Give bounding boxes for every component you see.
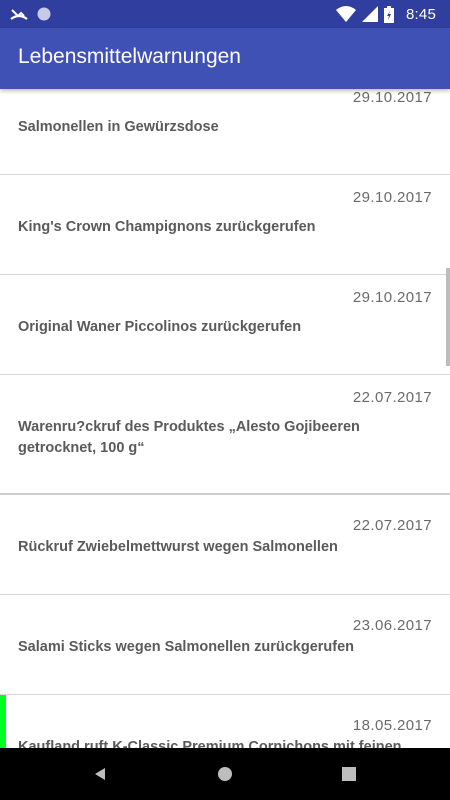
status-right-icons: 8:45	[336, 4, 436, 24]
list-item[interactable]: 29.10.2017 Original Waner Piccolinos zur…	[0, 275, 450, 375]
item-title: Salami Sticks wegen Salmonellen zurückge…	[18, 639, 355, 655]
item-title: Rückruf Zwiebelmettwurst wegen Salmonell…	[18, 539, 338, 555]
status-left-icons	[10, 4, 52, 24]
item-title: Original Waner Piccolinos zurückgerufen	[18, 319, 302, 335]
status-time: 8:45	[406, 5, 436, 23]
item-title: Salmonellen in Gewürzsdose	[18, 119, 219, 135]
missed-call-icon	[10, 7, 28, 21]
scrollbar-thumb[interactable]	[446, 268, 450, 366]
list-item[interactable]: 18.05.2017 Kaufland ruft K-Classic Premi…	[0, 695, 450, 748]
wifi-icon	[336, 6, 356, 22]
item-title: King's Crown Champignons zurückgerufen	[18, 219, 316, 235]
list-item[interactable]: 29.10.2017 Salmonellen in Gewürzsdose	[0, 89, 450, 175]
circle-icon	[36, 6, 52, 22]
list-item[interactable]: 23.06.2017 Salami Sticks wegen Salmonell…	[0, 595, 450, 695]
list-item[interactable]: 22.07.2017 Rückruf Zwiebelmettwurst wege…	[0, 495, 450, 595]
item-date: 29.10.2017	[352, 189, 432, 206]
item-date: 22.07.2017	[352, 517, 432, 534]
new-item-marker	[0, 695, 6, 748]
item-date: 22.07.2017	[352, 389, 432, 406]
warning-list-content: 29.10.2017 Salmonellen in Gewürzsdose 29…	[0, 89, 450, 748]
status-bar: 8:45	[0, 0, 450, 28]
recents-icon[interactable]	[337, 762, 361, 786]
item-date: 29.10.2017	[352, 89, 432, 106]
app-title: Lebensmittelwarnungen	[18, 45, 241, 68]
item-date: 29.10.2017	[352, 289, 432, 306]
list-item[interactable]: 22.07.2017 Warenru?ckruf des Produktes „…	[0, 375, 450, 495]
battery-icon	[384, 5, 394, 23]
navigation-bar	[0, 748, 450, 800]
home-icon[interactable]	[213, 762, 237, 786]
item-date: 18.05.2017	[352, 717, 432, 734]
item-date: 23.06.2017	[352, 617, 432, 634]
item-title: Kaufland ruft K-Classic Premium Cornicho…	[18, 739, 402, 748]
list-item[interactable]: 29.10.2017 King's Crown Champignons zurü…	[0, 175, 450, 275]
app-bar: Lebensmittelwarnungen	[0, 28, 450, 89]
item-title: Warenru?ckruf des Produktes „Alesto Goji…	[18, 419, 360, 456]
cell-signal-icon	[362, 6, 378, 22]
back-icon[interactable]	[88, 762, 112, 786]
warning-list[interactable]: 29.10.2017 Salmonellen in Gewürzsdose 29…	[0, 89, 450, 748]
